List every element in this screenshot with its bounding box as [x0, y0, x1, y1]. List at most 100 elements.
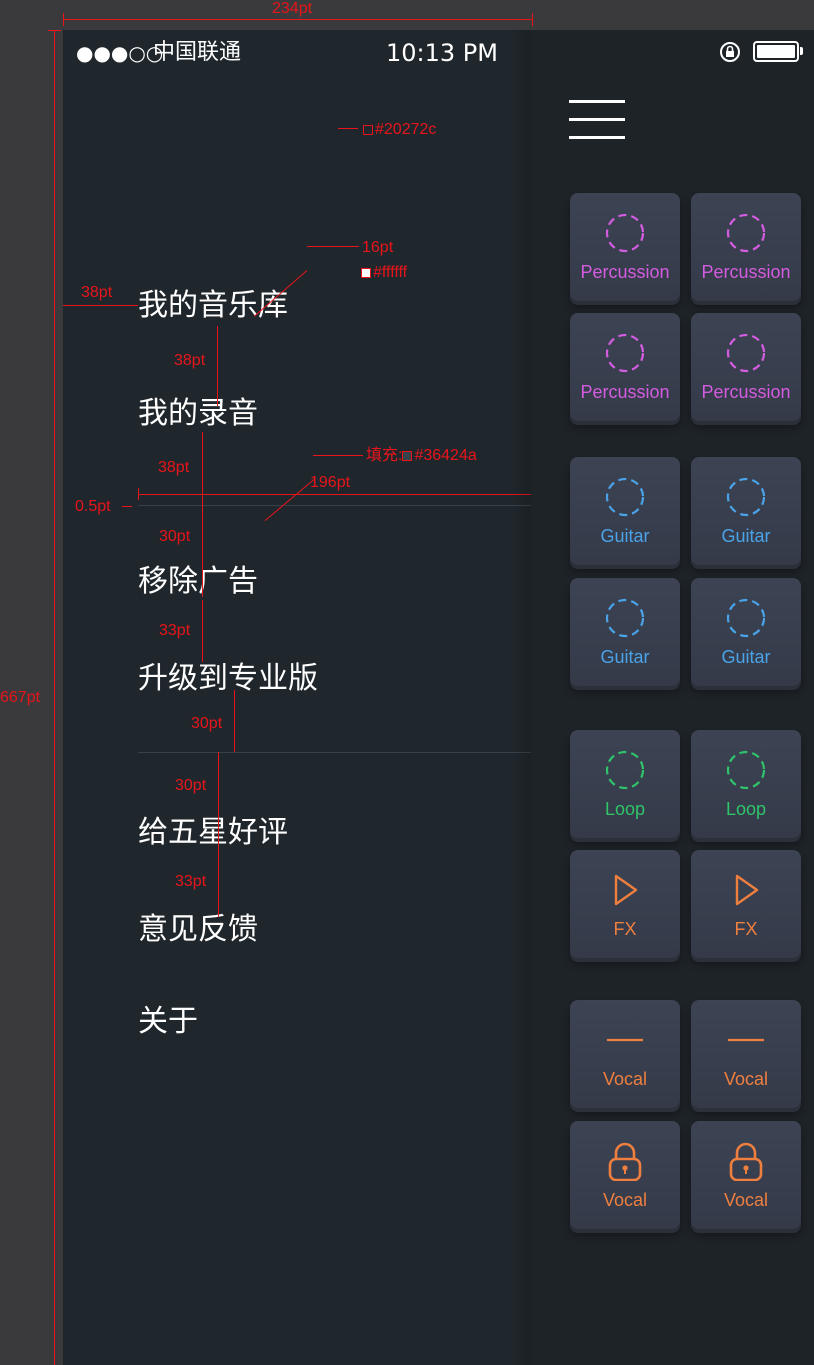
rotation-lock-icon	[720, 42, 740, 62]
dashed-circle-icon	[726, 750, 766, 790]
font-size-annotation: 16pt	[362, 239, 394, 256]
menu-divider-2	[138, 752, 531, 753]
pad-label: Vocal	[723, 1190, 769, 1210]
status-time: 10:13 PM	[386, 39, 498, 67]
lock-icon	[729, 1142, 763, 1181]
pad-percussion[interactable]: Percussion	[691, 313, 801, 421]
dashed-circle-icon	[605, 213, 645, 253]
text-color-swatch	[361, 268, 371, 278]
pad-vocal[interactable]: Vocal	[570, 1000, 680, 1108]
width-annotation: 234pt	[272, 0, 313, 17]
pad-label: Loop	[725, 799, 767, 819]
gap-2-annotation: 38pt	[158, 459, 190, 476]
dashed-circle-icon	[726, 333, 766, 373]
divider-width-ruler	[138, 494, 532, 495]
divider-height-annotation: 0.5pt	[75, 498, 111, 515]
hamburger-line-1	[569, 100, 625, 103]
menu-item-remove-ads[interactable]: 移除广告	[138, 562, 258, 602]
pad-label: Guitar	[600, 526, 650, 546]
pad-percussion[interactable]: Percussion	[570, 313, 680, 421]
gap-3-annotation: 30pt	[159, 528, 191, 545]
pad-label: Vocal	[602, 1069, 648, 1089]
dashed-circle-icon	[726, 213, 766, 253]
dashed-circle-icon	[605, 598, 645, 638]
dashed-circle-icon	[726, 477, 766, 517]
play-icon	[614, 874, 638, 906]
pad-fx[interactable]: FX	[691, 850, 801, 958]
height-ruler-tick	[48, 30, 61, 31]
design-canvas: 234pt 667pt ●●●○○ 中国联通 10:13 PM 我的音乐库 我的…	[0, 0, 814, 1365]
left-margin-annotation: 38pt	[81, 284, 113, 301]
dashed-circle-icon	[605, 477, 645, 517]
pad-guitar[interactable]: Guitar	[691, 457, 801, 565]
pad-label: Vocal	[602, 1190, 648, 1210]
pad-label: Percussion	[701, 262, 791, 282]
pad-label: Percussion	[701, 382, 791, 402]
width-ruler	[63, 19, 533, 20]
gap-4-ruler	[202, 600, 203, 662]
pad-label: Vocal	[723, 1069, 769, 1089]
phone-screen: ●●●○○ 中国联通 10:13 PM 我的音乐库 我的录音 移除广告 升级到专…	[63, 30, 814, 1365]
divider-width-annotation: 196pt	[310, 474, 351, 491]
pad-percussion[interactable]: Percussion	[691, 193, 801, 301]
text-color-annotation: #ffffff	[361, 264, 407, 282]
menu-item-rate-five-stars[interactable]: 给五星好评	[138, 813, 288, 853]
pad-guitar[interactable]: Guitar	[570, 457, 680, 565]
side-drawer: ●●●○○ 中国联通 10:13 PM 我的音乐库 我的录音 移除广告 升级到专…	[63, 30, 532, 1365]
pad-guitar[interactable]: Guitar	[691, 578, 801, 686]
pad-loop[interactable]: Loop	[691, 730, 801, 838]
pad-loop[interactable]: Loop	[570, 730, 680, 838]
menu-item-my-recordings[interactable]: 我的录音	[138, 394, 258, 434]
width-ruler-tick-right	[532, 13, 533, 26]
fill-color-value: #36424a	[414, 447, 477, 464]
pad-fx[interactable]: FX	[570, 850, 680, 958]
fill-annotation: 填充: #36424a	[366, 447, 477, 465]
drawer-shadow	[511, 30, 531, 1365]
divider-width-tick-left	[138, 488, 139, 500]
pad-guitar[interactable]: Guitar	[570, 578, 680, 686]
bg-color-swatch	[363, 125, 373, 135]
height-annotation: 667pt	[0, 689, 41, 706]
dashed-circle-icon	[605, 750, 645, 790]
carrier-name: 中国联通	[153, 40, 242, 65]
pad-label: FX	[613, 919, 637, 939]
menu-item-about[interactable]: 关于	[138, 1002, 198, 1042]
dash-icon	[607, 1038, 643, 1042]
pad-percussion[interactable]: Percussion	[570, 193, 680, 301]
main-pane: Percussion Percussion Percussion Percussion…	[531, 30, 814, 1365]
text-color-value: #ffffff	[373, 264, 408, 281]
gap-1-annotation: 38pt	[174, 352, 206, 369]
menu-item-upgrade-pro[interactable]: 升级到专业版	[138, 659, 318, 699]
gap-5-annotation: 30pt	[191, 715, 223, 732]
battery-icon	[753, 41, 799, 62]
pad-vocal[interactable]: Vocal	[691, 1121, 801, 1229]
hamburger-line-2	[569, 118, 625, 121]
left-margin-ruler	[63, 305, 138, 306]
lock-icon	[608, 1142, 642, 1181]
pad-label: Loop	[604, 799, 646, 819]
gap-7-annotation: 33pt	[175, 873, 207, 890]
pad-label: Percussion	[580, 262, 670, 282]
fill-leader	[313, 455, 363, 456]
dashed-circle-icon	[605, 333, 645, 373]
divider-height-leader	[122, 506, 132, 507]
bg-color-leader	[338, 128, 358, 129]
height-ruler	[54, 30, 55, 1365]
gap-6-annotation: 30pt	[175, 777, 207, 794]
pad-label: Percussion	[580, 382, 670, 402]
pad-label: Guitar	[721, 647, 771, 667]
menu-button[interactable]	[569, 98, 625, 140]
dash-icon	[728, 1038, 764, 1042]
pad-label: FX	[734, 919, 758, 939]
fill-leader-diagonal	[264, 479, 315, 522]
pad-vocal[interactable]: Vocal	[691, 1000, 801, 1108]
dashed-circle-icon	[726, 598, 766, 638]
bg-color-value: #20272c	[375, 121, 437, 138]
pad-vocal[interactable]: Vocal	[570, 1121, 680, 1229]
menu-item-feedback[interactable]: 意见反馈	[138, 910, 258, 950]
font-size-leader	[307, 246, 359, 247]
battery-fill	[757, 45, 795, 58]
signal-strength: ●●●○○	[76, 41, 164, 65]
play-icon	[735, 874, 759, 906]
pad-label: Guitar	[721, 526, 771, 546]
